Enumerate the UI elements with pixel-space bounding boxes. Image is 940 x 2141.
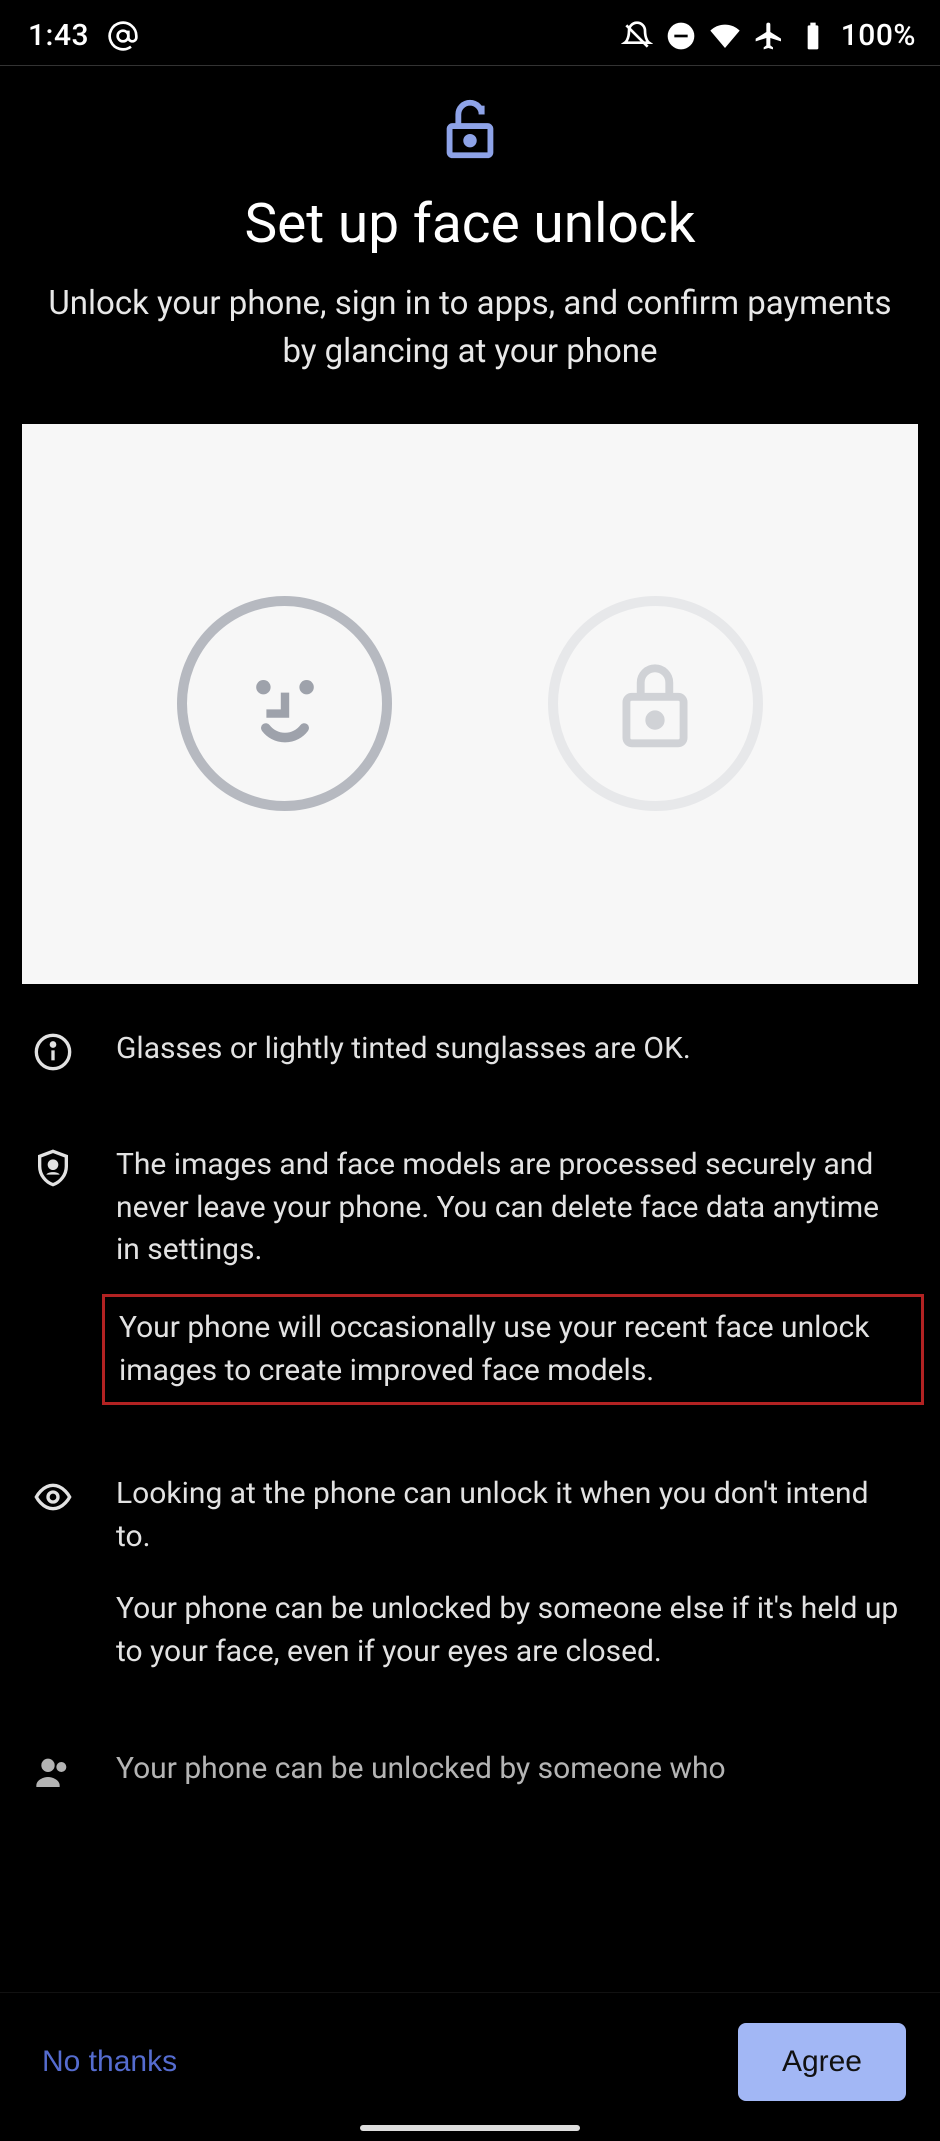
status-right: 100% (621, 18, 916, 53)
page-title: Set up face unlock (30, 192, 910, 256)
info-list: Glasses or lightly tinted sunglasses are… (0, 1020, 940, 1992)
dnd-icon (665, 20, 697, 52)
info-text-line: Your phone will occasionally use your re… (119, 1310, 869, 1388)
lock-icon (548, 596, 763, 811)
battery-percent: 100% (841, 18, 916, 53)
info-item-glasses: Glasses or lightly tinted sunglasses are… (30, 1028, 910, 1101)
status-bar: 1:43 100% (0, 0, 940, 65)
header: Set up face unlock Unlock your phone, si… (0, 94, 940, 376)
lock-open-icon (435, 94, 505, 164)
info-text-eye: Looking at the phone can unlock it when … (116, 1473, 910, 1703)
no-thanks-button[interactable]: No thanks (34, 2027, 185, 2097)
info-text-line: Your phone can be unlocked by someone el… (116, 1588, 910, 1673)
agree-button[interactable]: Agree (738, 2023, 906, 2101)
shield-person-icon (30, 1144, 76, 1190)
info-text-line: Looking at the phone can unlock it when … (116, 1473, 910, 1558)
info-icon (30, 1028, 76, 1074)
info-text-truncated: Your phone can be unlocked by someone wh… (116, 1748, 726, 1821)
people-icon (30, 1748, 76, 1794)
eye-icon (30, 1473, 76, 1519)
at-icon (107, 20, 139, 52)
highlighted-text: Your phone will occasionally use your re… (102, 1294, 924, 1405)
page-subtitle: Unlock your phone, sign in to apps, and … (30, 280, 910, 376)
bell-off-icon (621, 20, 653, 52)
status-left: 1:43 (28, 18, 139, 53)
info-item-truncated: Your phone can be unlocked by someone wh… (30, 1748, 910, 1821)
info-item-secure: The images and face models are processed… (30, 1144, 910, 1429)
info-text-line: The images and face models are processed… (116, 1144, 910, 1272)
info-text-line: Your phone can be unlocked by someone wh… (116, 1748, 726, 1791)
wifi-icon (709, 20, 741, 52)
face-icon (177, 596, 392, 811)
footer: No thanks Agree (0, 1992, 940, 2141)
info-text-secure: The images and face models are processed… (116, 1144, 910, 1429)
clock: 1:43 (28, 18, 89, 53)
info-text-glasses: Glasses or lightly tinted sunglasses are… (116, 1028, 691, 1101)
airplane-icon (753, 20, 785, 52)
illustration-panel (22, 424, 918, 984)
home-indicator[interactable] (360, 2125, 580, 2131)
battery-icon (797, 20, 829, 52)
info-text-line: Glasses or lightly tinted sunglasses are… (116, 1028, 691, 1071)
divider (0, 65, 940, 66)
info-item-eye: Looking at the phone can unlock it when … (30, 1473, 910, 1703)
